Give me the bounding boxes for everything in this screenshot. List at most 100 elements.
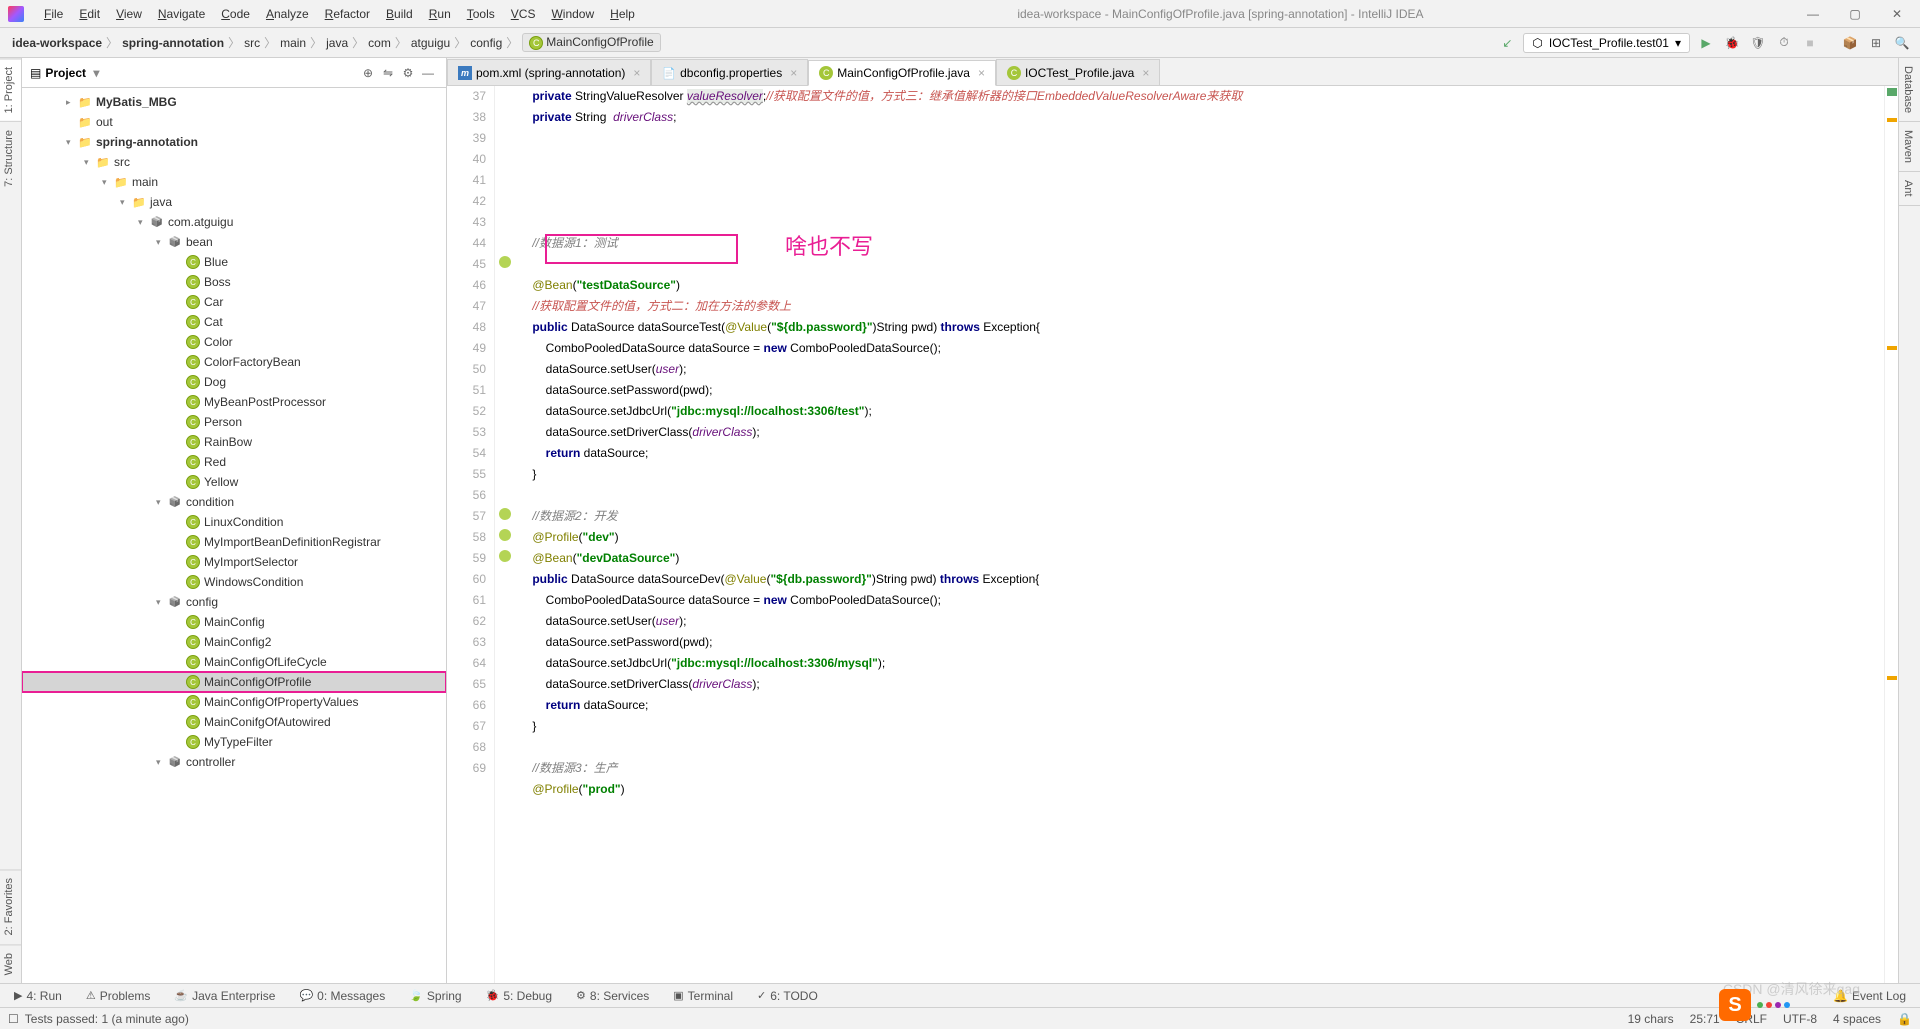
bean-gutter-icon[interactable] xyxy=(499,256,511,268)
bottom-tab-debug[interactable]: 🐞5: Debug xyxy=(480,987,558,1005)
status-line-sep[interactable]: CRLF xyxy=(1736,1012,1767,1026)
close-tab-icon[interactable]: × xyxy=(978,66,985,80)
maximize-button[interactable]: ▢ xyxy=(1840,7,1870,21)
editor-tab[interactable]: CMainConfigOfProfile.java× xyxy=(808,60,996,86)
menu-edit[interactable]: Edit xyxy=(71,7,108,21)
tree-item-mainconifgofautowired[interactable]: MainConifgOfAutowired xyxy=(22,712,446,732)
side-tab-project[interactable]: 1: Project xyxy=(0,58,21,121)
run-button[interactable]: ▶ xyxy=(1696,33,1716,53)
tree-item-boss[interactable]: Boss xyxy=(22,272,446,292)
menu-vcs[interactable]: VCS xyxy=(503,7,544,21)
tree-item-mainconfig[interactable]: MainConfig xyxy=(22,612,446,632)
bean-gutter-icon[interactable] xyxy=(499,550,511,562)
tree-item-windowscondition[interactable]: WindowsCondition xyxy=(22,572,446,592)
bottom-tab-terminal[interactable]: ▣Terminal xyxy=(667,987,739,1005)
tree-item-mainconfigofpropertyvalues[interactable]: MainConfigOfPropertyValues xyxy=(22,692,446,712)
close-tab-icon[interactable]: × xyxy=(790,66,797,80)
vcs-icon[interactable]: 📦 xyxy=(1840,33,1860,53)
tree-item-car[interactable]: Car xyxy=(22,292,446,312)
tree-item-mainconfig2[interactable]: MainConfig2 xyxy=(22,632,446,652)
warning-marker[interactable] xyxy=(1887,118,1897,122)
menu-view[interactable]: View xyxy=(108,7,150,21)
tree-item-rainbow[interactable]: RainBow xyxy=(22,432,446,452)
warning-marker[interactable] xyxy=(1887,346,1897,350)
menu-navigate[interactable]: Navigate xyxy=(150,7,213,21)
tree-item-myimportselector[interactable]: MyImportSelector xyxy=(22,552,446,572)
tree-item-com-atguigu[interactable]: ▾com.atguigu xyxy=(22,212,446,232)
menu-run[interactable]: Run xyxy=(421,7,459,21)
side-tab-web[interactable]: Web xyxy=(0,944,21,983)
close-button[interactable]: ✕ xyxy=(1882,7,1912,21)
tree-item-controller[interactable]: ▾controller xyxy=(22,752,446,772)
profile-button[interactable]: ⏱ xyxy=(1774,33,1794,53)
tree-item-dog[interactable]: Dog xyxy=(22,372,446,392)
tree-item-config[interactable]: ▾config xyxy=(22,592,446,612)
tree-item-mybeanpostprocessor[interactable]: MyBeanPostProcessor xyxy=(22,392,446,412)
breadcrumb-class[interactable]: CMainConfigOfProfile xyxy=(522,33,660,52)
menu-build[interactable]: Build xyxy=(378,7,421,21)
tree-item-spring-annotation[interactable]: ▾spring-annotation xyxy=(22,132,446,152)
tree-item-yellow[interactable]: Yellow xyxy=(22,472,446,492)
close-tab-icon[interactable]: × xyxy=(1142,66,1149,80)
editor-tab[interactable]: dbconfig.properties× xyxy=(651,59,808,85)
tree-item-myimportbeandefinitionregistrar[interactable]: MyImportBeanDefinitionRegistrar xyxy=(22,532,446,552)
bottom-tab-services[interactable]: ⚙8: Services xyxy=(570,987,655,1005)
breadcrumb-item[interactable]: config xyxy=(466,34,506,52)
breadcrumb-item[interactable]: atguigu xyxy=(407,34,454,52)
menu-tools[interactable]: Tools xyxy=(459,7,503,21)
stop-button[interactable]: ■ xyxy=(1800,33,1820,53)
collapse-all-icon[interactable]: ⇋ xyxy=(378,63,398,83)
status-encoding[interactable]: UTF-8 xyxy=(1783,1012,1817,1026)
tree-item-mainconfigoflifecycle[interactable]: MainConfigOfLifeCycle xyxy=(22,652,446,672)
bottom-tab-messages[interactable]: 💬0: Messages xyxy=(293,987,391,1005)
breadcrumb-item[interactable]: com xyxy=(364,34,395,52)
menu-help[interactable]: Help xyxy=(602,7,643,21)
breadcrumb-item[interactable]: main xyxy=(276,34,310,52)
side-tab-structure[interactable]: 7: Structure xyxy=(0,121,21,195)
coverage-button[interactable]: 🛡 xyxy=(1748,33,1768,53)
breadcrumb-item[interactable]: idea-workspace xyxy=(8,34,106,52)
breadcrumb-item[interactable]: java xyxy=(322,34,352,52)
bottom-tab-spring[interactable]: 🍃Spring xyxy=(403,987,467,1005)
tree-item-person[interactable]: Person xyxy=(22,412,446,432)
run-config-select[interactable]: ⬡ IOCTest_Profile.test01 ▾ xyxy=(1523,33,1690,53)
tree-item-out[interactable]: out xyxy=(22,112,446,132)
editor-tab[interactable]: mpom.xml (spring-annotation)× xyxy=(447,59,651,85)
code-content[interactable]: 啥也不写 private StringValueResolver valueRe… xyxy=(515,86,1884,983)
project-tree[interactable]: ▸MyBatis_MBGout▾spring-annotation▾src▾ma… xyxy=(22,88,446,983)
status-lock-icon[interactable]: 🔒 xyxy=(1897,1012,1912,1026)
tree-item-cat[interactable]: Cat xyxy=(22,312,446,332)
menu-file[interactable]: File xyxy=(36,7,71,21)
status-nav-icon[interactable]: ☐ xyxy=(8,1012,19,1026)
side-tab-maven[interactable]: Maven xyxy=(1899,122,1920,172)
status-position[interactable]: 25:71 xyxy=(1690,1012,1720,1026)
close-tab-icon[interactable]: × xyxy=(633,66,640,80)
tree-item-mytypefilter[interactable]: MyTypeFilter xyxy=(22,732,446,752)
menu-code[interactable]: Code xyxy=(213,7,258,21)
tree-item-src[interactable]: ▾src xyxy=(22,152,446,172)
tree-item-colorfactorybean[interactable]: ColorFactoryBean xyxy=(22,352,446,372)
tree-item-color[interactable]: Color xyxy=(22,332,446,352)
tree-item-condition[interactable]: ▾condition xyxy=(22,492,446,512)
menu-refactor[interactable]: Refactor xyxy=(317,7,378,21)
event-log-button[interactable]: 🔔 Event Log xyxy=(1827,987,1912,1005)
scroll-from-source-icon[interactable]: ⊕ xyxy=(358,63,378,83)
menu-analyze[interactable]: Analyze xyxy=(258,7,317,21)
bottom-tab-javaenterprise[interactable]: ☕Java Enterprise xyxy=(168,987,281,1005)
breadcrumb-item[interactable]: src xyxy=(240,34,264,52)
tree-item-bean[interactable]: ▾bean xyxy=(22,232,446,252)
error-stripe[interactable] xyxy=(1884,86,1898,983)
warning-marker[interactable] xyxy=(1887,676,1897,680)
structure-icon[interactable]: ⊞ xyxy=(1866,33,1886,53)
bottom-tab-todo[interactable]: ✓6: TODO xyxy=(751,987,824,1005)
tree-item-mainconfigofprofile[interactable]: MainConfigOfProfile xyxy=(22,672,446,692)
project-panel-title[interactable]: Project ▾ xyxy=(45,66,358,80)
bottom-tab-problems[interactable]: ⚠Problems xyxy=(80,987,157,1005)
breadcrumb-item[interactable]: spring-annotation xyxy=(118,34,228,52)
side-tab-ant[interactable]: Ant xyxy=(1899,172,1920,206)
tree-item-main[interactable]: ▾main xyxy=(22,172,446,192)
side-tab-database[interactable]: Database xyxy=(1899,58,1920,122)
editor-tab[interactable]: CIOCTest_Profile.java× xyxy=(996,59,1160,85)
status-indent[interactable]: 4 spaces xyxy=(1833,1012,1881,1026)
tree-item-linuxcondition[interactable]: LinuxCondition xyxy=(22,512,446,532)
